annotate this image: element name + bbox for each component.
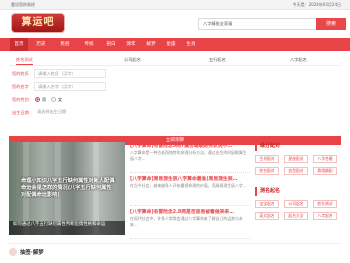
- birth-label: 出生日期: [12, 110, 29, 115]
- search-input[interactable]: [198, 18, 316, 30]
- gender-male-radio[interactable]: [35, 97, 40, 102]
- nav-item-zodiac[interactable]: 生肖: [184, 38, 198, 51]
- nav-item-fortune[interactable]: 测年: [124, 38, 138, 51]
- sidebar-item-name-test[interactable]: 姓名测试: [313, 200, 337, 208]
- gender-male-label: 男: [42, 97, 47, 102]
- header: 算运吧 搜索: [0, 10, 350, 38]
- given-name-row: 您的名字 请输入名字（汉字）: [9, 82, 341, 92]
- nav-item-dream[interactable]: 解梦: [144, 38, 158, 51]
- article-title[interactable]: [八字算命]有冒险念2.9两是否容易被看做来来…: [130, 208, 250, 215]
- site-logo[interactable]: 算运吧: [11, 13, 65, 33]
- sidebar-heading-match: 缘分配对: [255, 142, 343, 151]
- gender-row: 您的性别 男 女: [9, 95, 341, 105]
- nav-item-tradition[interactable]: 传统: [80, 38, 98, 51]
- article-title[interactable]: [八字算命]有冒险念5两7属否端联财务状况不…: [130, 142, 250, 149]
- section-title: 抽签·解梦: [20, 250, 44, 256]
- name-test-form: 姓名测试 公司起名 五行起名 八字起名 您的姓氏 请输入姓氏（汉字） 您的名字 …: [9, 55, 341, 145]
- sidebar-item-english-name[interactable]: 英文起名: [255, 212, 279, 220]
- sidebar-item-blood-match[interactable]: 血型配对: [284, 167, 308, 175]
- main-nav: 首页 历史 民俗 传统 剖白 测年 解梦 星座 生肖: [0, 38, 350, 51]
- feature-slider[interactable]: 命理小知识八字五行缺何属性对新人配偶命运会是怎样的情况(八字五行缺何属性对配偶命…: [9, 142, 125, 235]
- tab-bazi-name[interactable]: 八字起名: [290, 57, 307, 63]
- sidebar: 缘分配对 生肖配对 星座配对 八字合婚 姓名配对 血型配对 属相婚配 测名起名 …: [255, 142, 343, 237]
- given-name-label: 您的名字: [12, 84, 29, 89]
- birth-row: 出生日期 请选择出生日期: [9, 108, 341, 118]
- tab-company-name[interactable]: 公司起名: [124, 57, 141, 63]
- sidebar-item-baby-name[interactable]: 宝宝起名: [255, 200, 279, 208]
- gender-female-label: 女: [58, 97, 63, 102]
- search-button[interactable]: 搜索: [316, 18, 346, 30]
- nav-item-home[interactable]: 首页: [10, 38, 28, 51]
- article-summary: 八字算命是一种古老而独特的命理分析方法，通过出生的时辰推算生辰八字…: [130, 150, 247, 161]
- list-item[interactable]: [八字算命]有冒险念2.9两是否容易被看做来来… 在现代社会中，许多人常常会通过…: [130, 208, 250, 239]
- sidebar-item-bazi-name[interactable]: 八字起名: [313, 212, 337, 220]
- nav-item-history[interactable]: 历史: [32, 38, 50, 51]
- favorite-link[interactable]: 重设您的易经: [11, 2, 35, 8]
- sidebar-item-zodiac-marriage[interactable]: 属相婚配: [313, 167, 337, 175]
- article-list: [八字算命]有冒险念5两7属否端联财务状况不… 八字算命是一种古老而独特的命理分…: [130, 142, 250, 239]
- list-item[interactable]: [八字算命]周易测生辰八字算命最准(周易测生辰… 在当今社会，越来越多人开始重视…: [130, 175, 250, 206]
- lottery-icon: [9, 248, 17, 256]
- sidebar-item-name-collection[interactable]: 起名大全: [284, 212, 308, 220]
- gender-female-radio[interactable]: [51, 97, 56, 102]
- nav-item-constellation[interactable]: 星座: [164, 38, 178, 51]
- surname-row: 您的姓氏 请输入姓氏（汉字）: [9, 69, 341, 79]
- form-tabs: 姓名测试 公司起名 五行起名 八字起名: [9, 55, 341, 66]
- surname-label: 您的姓氏: [12, 71, 29, 76]
- top-bar: 重设您的易经 今天是：2024年03月24日: [0, 0, 350, 10]
- given-name-input[interactable]: 请输入名字（汉字）: [34, 82, 106, 91]
- gender-label: 您的性别: [12, 97, 29, 102]
- tab-five-elements-name[interactable]: 五行起名: [209, 57, 226, 63]
- sidebar-item-company-name[interactable]: 公司起名: [284, 200, 308, 208]
- search-bar: 搜索: [198, 18, 346, 30]
- slider-overlay-text: 命理小知识八字五行缺何属性对新人配偶命运会是怎样的情况(八字五行缺何属性对配偶命…: [21, 178, 115, 198]
- surname-input[interactable]: 请输入姓氏（汉字）: [34, 69, 106, 78]
- sidebar-item-bazi-marriage[interactable]: 八字合婚: [313, 155, 337, 163]
- article-summary: 在当今社会，越来越多人开始重视命理的价值，而周易测生辰八字…: [130, 183, 247, 188]
- lottery-dream-section: 抽签·解梦: [9, 243, 341, 257]
- nav-item-folk[interactable]: 民俗: [56, 38, 74, 51]
- current-date: 今天是：2024年03月24日: [292, 2, 341, 7]
- article-title[interactable]: [八字算命]周易测生辰八字算命最准(周易测生辰…: [130, 175, 250, 182]
- birth-date-picker[interactable]: 请选择出生日期: [34, 108, 106, 117]
- nav-item-analysis[interactable]: 剖白: [104, 38, 118, 51]
- sidebar-heading-naming: 测名起名: [255, 187, 343, 196]
- sidebar-item-star-match[interactable]: 星座配对: [284, 155, 308, 163]
- sidebar-item-name-match[interactable]: 姓名配对: [255, 167, 279, 175]
- sidebar-item-zodiac-match[interactable]: 生肖配对: [255, 155, 279, 163]
- list-item[interactable]: [八字算命]有冒险念5两7属否端联财务状况不… 八字算命是一种古老而独特的命理分…: [130, 142, 250, 173]
- slider-dots: [57, 230, 72, 233]
- article-summary: 在现代社会中，许多人常常会通过八字算命来了解自己的运势与未来…: [130, 216, 243, 227]
- tab-name-test[interactable]: 姓名测试: [16, 57, 33, 65]
